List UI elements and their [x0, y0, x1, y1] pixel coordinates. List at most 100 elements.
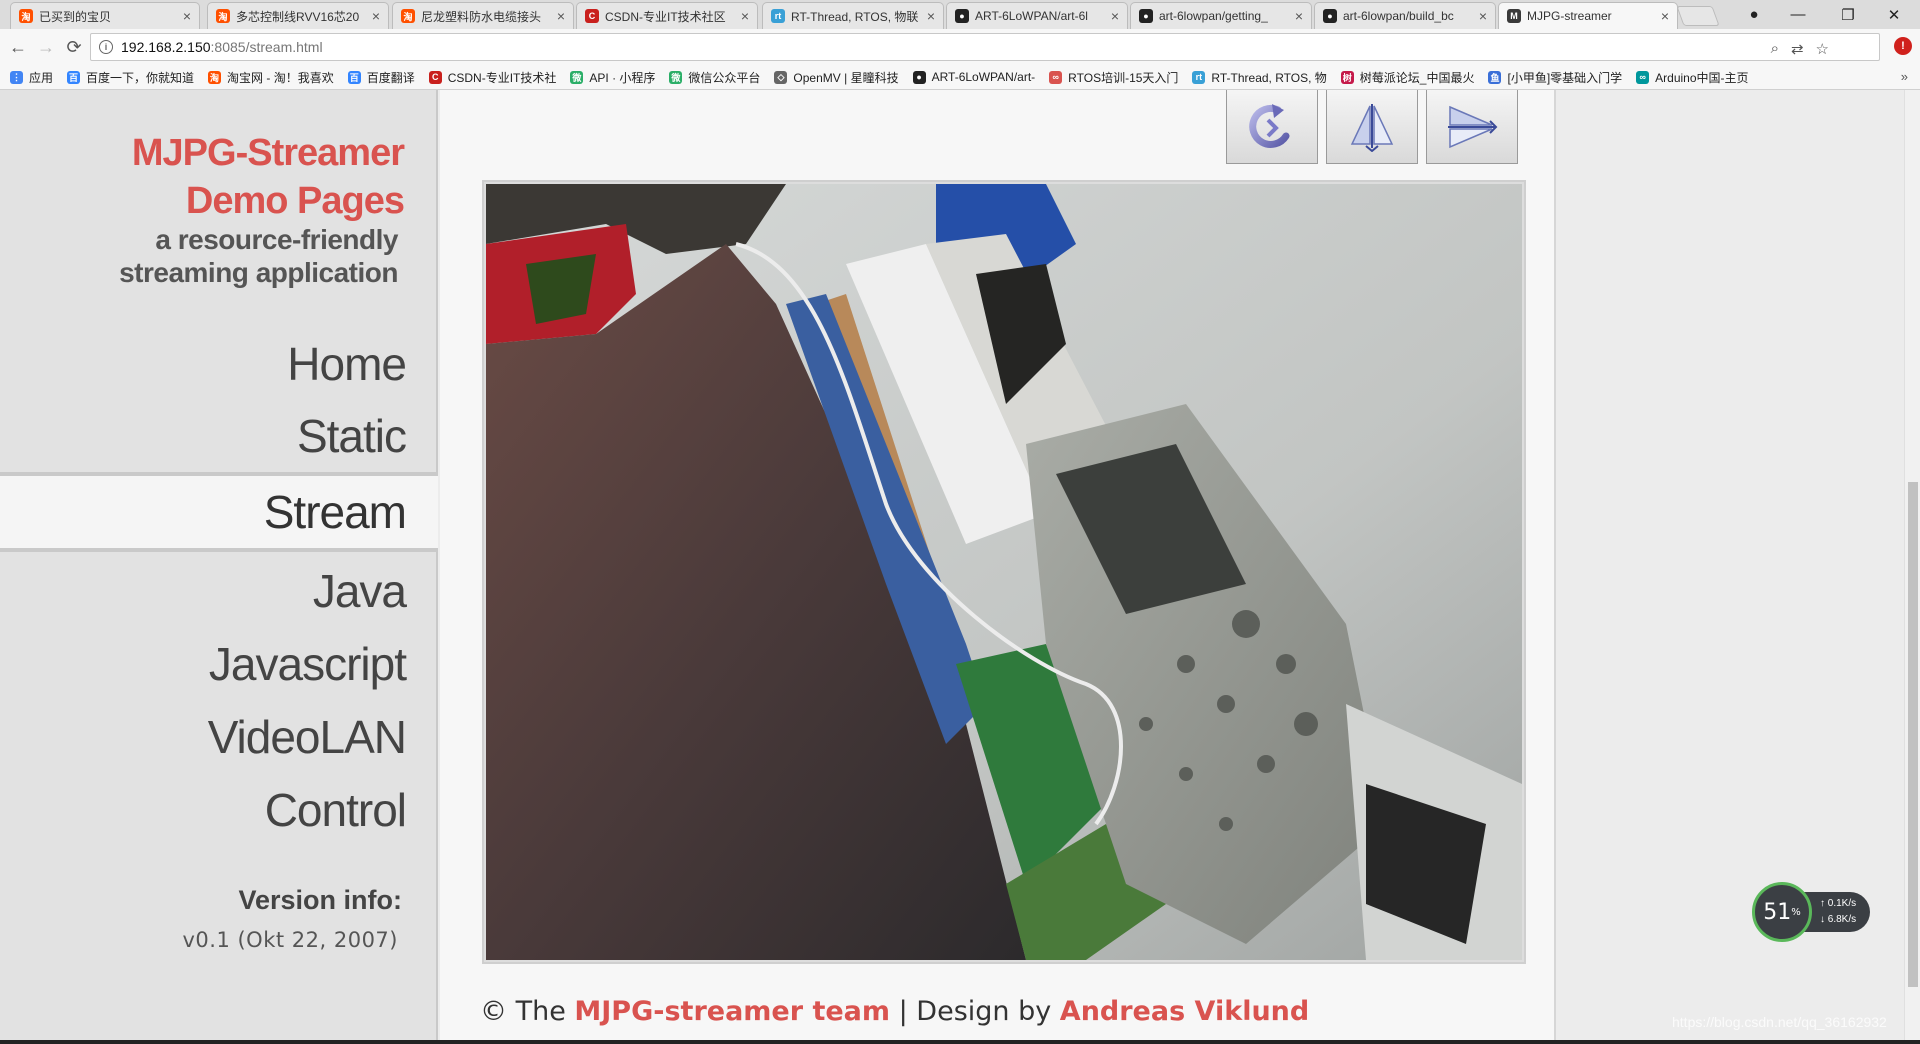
tab-title: art-6lowpan/getting_	[1159, 9, 1268, 23]
bookmark-label: 百度翻译	[366, 70, 415, 85]
bookmark-icon: ∞	[1049, 70, 1063, 84]
scroll-thumb[interactable]	[1908, 482, 1918, 987]
bookmark-item[interactable]: rt RT-Thread, RTOS, 物	[1192, 69, 1327, 86]
profile-icon[interactable]: ●	[1732, 0, 1776, 29]
tagline-line2: streaming application	[119, 257, 398, 288]
tagline-line1: a resource-friendly	[155, 224, 398, 255]
csdn-icon: C	[585, 9, 599, 23]
tab-2[interactable]: 淘尼龙塑料防水电缆接头 ×	[392, 2, 574, 29]
bookmark-item[interactable]: 微微信公众平台	[669, 69, 760, 86]
designer-link[interactable]: Andreas Viklund	[1060, 996, 1309, 1027]
watermark: https://blog.csdn.net/qq_36162932	[1672, 1014, 1887, 1030]
github-icon: ●	[1139, 9, 1153, 23]
bookmark-icon: 微	[669, 70, 683, 84]
address-bar[interactable]: i 192.168.2.150:8085/stream.html ⌕ ⇄ ☆	[90, 33, 1880, 61]
nav-javascript[interactable]: Javascript	[0, 628, 438, 700]
taobao-icon: 淘	[401, 9, 415, 23]
bookmark-label: 百度一下，你就知道	[86, 70, 195, 85]
tab-close-icon[interactable]: ×	[372, 8, 380, 24]
footer-prefix: © The	[480, 996, 575, 1027]
tab-close-icon[interactable]: ×	[557, 8, 565, 24]
page-viewport: MJPG-Streamer Demo Pages a resource-frie…	[0, 90, 1920, 1044]
bookmark-item[interactable]: 鱼 [小甲鱼]零基础入门学	[1488, 69, 1622, 86]
bookmark-item[interactable]: ◇ OpenMV | 星瞳科技	[774, 69, 899, 86]
tab-close-icon[interactable]: ×	[1479, 8, 1487, 24]
download-speed: ↓ 6.8K/s	[1820, 914, 1857, 925]
bookmark-item[interactable]: ⋮ 应用	[10, 69, 53, 86]
site-info-icon[interactable]: i	[99, 40, 113, 54]
team-link[interactable]: MJPG-streamer team	[574, 996, 890, 1027]
bookmark-item[interactable]: 微 API · 小程序	[570, 69, 655, 86]
page-scrollbar[interactable]	[1904, 90, 1920, 1044]
mirror-horizontal-icon	[1448, 105, 1498, 148]
nav-videolan[interactable]: VideoLAN	[0, 701, 438, 773]
tab-strip: 淘已买到的宝贝 × 淘多芯控制线RVV16芯20 × 淘尼龙塑料防水电缆接头 × C CSDN…	[0, 0, 1920, 29]
tab-close-icon[interactable]: ×	[1661, 8, 1669, 24]
tab-5[interactable]: ● ART-6LoWPAN/art-6l ×	[946, 2, 1128, 29]
tab-close-icon[interactable]: ×	[1111, 8, 1119, 24]
tab-title: 已买到的宝贝	[39, 9, 112, 24]
bookmark-icon: ●	[912, 70, 926, 84]
bookmark-label: 淘宝网 - 淘！我喜欢	[227, 70, 334, 85]
translate-icon[interactable]: ⇄	[1791, 40, 1804, 58]
forward-button[interactable]: →	[34, 35, 58, 59]
tab-close-icon[interactable]: ×	[1295, 8, 1303, 24]
back-button[interactable]: ←	[6, 35, 30, 59]
bookmark-icon: 淘	[208, 70, 222, 84]
network-speed-widget[interactable]: ↑ 0.1K/s ↓ 6.8K/s 51%	[1752, 882, 1872, 942]
bookmark-item[interactable]: C CSDN-专业IT技术社	[428, 69, 556, 86]
bookmark-label: OpenMV | 星瞳科技	[793, 70, 899, 85]
nav-control[interactable]: Control	[0, 774, 438, 846]
bookmark-item[interactable]: 百百度一下，你就知道	[67, 69, 194, 86]
footer-sep: | Design by	[890, 996, 1060, 1027]
bookmark-item[interactable]: ∞ Arduino中国-主页	[1636, 69, 1749, 86]
bookmark-label: RTOS培训-15天入门	[1068, 70, 1179, 85]
tab-title: 尼龙塑料防水电缆接头	[421, 9, 542, 24]
bookmark-item[interactable]: 淘淘宝网 - 淘！我喜欢	[208, 69, 334, 86]
tab-0[interactable]: 淘已买到的宝贝 ×	[10, 2, 200, 29]
tab-8[interactable]: M MJPG-streamer ×	[1498, 2, 1678, 29]
tab-title: 多芯控制线RVV16芯20	[236, 9, 360, 24]
minimize-button[interactable]: —	[1776, 0, 1820, 29]
nav-stream[interactable]: Stream	[0, 472, 438, 552]
bookmark-item[interactable]: 百百度翻译	[347, 69, 415, 86]
logo-subtitle: Demo Pages	[185, 180, 405, 222]
mjpg-icon: M	[1507, 9, 1521, 23]
tab-close-icon[interactable]: ×	[741, 8, 749, 24]
nav-java[interactable]: Java	[0, 555, 438, 627]
tab-6[interactable]: ● art-6lowpan/getting_ ×	[1130, 2, 1312, 29]
bookmark-label: RT-Thread, RTOS, 物	[1211, 70, 1327, 85]
logo-title: MJPG-Streamer	[131, 132, 405, 174]
tab-4[interactable]: rt RT-Thread, RTOS, 物联 ×	[762, 2, 944, 29]
zoom-icon[interactable]: ⌕	[1771, 40, 1779, 58]
bookmark-item[interactable]: ● ART-6LoWPAN/art-	[912, 69, 1035, 86]
mirror-horizontal-button[interactable]	[1426, 90, 1518, 164]
mirror-vertical-button[interactable]	[1326, 90, 1418, 164]
rotate-button[interactable]	[1226, 90, 1318, 164]
rtthread-icon: rt	[771, 9, 785, 23]
bookmark-star-icon[interactable]: ☆	[1816, 40, 1829, 58]
nav-static[interactable]: Static	[0, 400, 438, 472]
bookmark-item[interactable]: 树树莓派论坛_中国最火	[1340, 69, 1474, 86]
taobao-icon: 淘	[216, 9, 230, 23]
reload-button[interactable]: ⟳	[62, 35, 86, 59]
tab-close-icon[interactable]: ×	[927, 8, 935, 24]
cpu-percent-unit: %	[1791, 906, 1801, 918]
restore-button[interactable]: ❐	[1826, 0, 1870, 29]
tab-close-icon[interactable]: ×	[183, 8, 191, 24]
footer: © The MJPG-streamer team | Design by And…	[480, 996, 1309, 1027]
bookmark-icon: 树	[1340, 70, 1354, 84]
bookmark-label: 微信公众平台	[688, 70, 761, 85]
tab-7[interactable]: ● art-6lowpan/build_bc ×	[1314, 2, 1496, 29]
bookmark-item[interactable]: ∞ RTOS培训-15天入门	[1049, 69, 1178, 86]
tab-1[interactable]: 淘多芯控制线RVV16芯20 ×	[207, 2, 389, 29]
tab-3[interactable]: C CSDN-专业IT技术社区 ×	[576, 2, 758, 29]
bookmarks-more-icon[interactable]: »	[1901, 69, 1908, 84]
stream-image	[486, 184, 1522, 960]
nav-home[interactable]: Home	[0, 328, 438, 400]
extension-alert-icon[interactable]: !	[1894, 37, 1912, 55]
new-tab-button[interactable]	[1676, 6, 1720, 26]
close-window-button[interactable]: ✕	[1872, 0, 1916, 29]
bookmark-icon: ⋮	[10, 70, 23, 84]
cpu-percent-value: 51	[1763, 899, 1792, 925]
